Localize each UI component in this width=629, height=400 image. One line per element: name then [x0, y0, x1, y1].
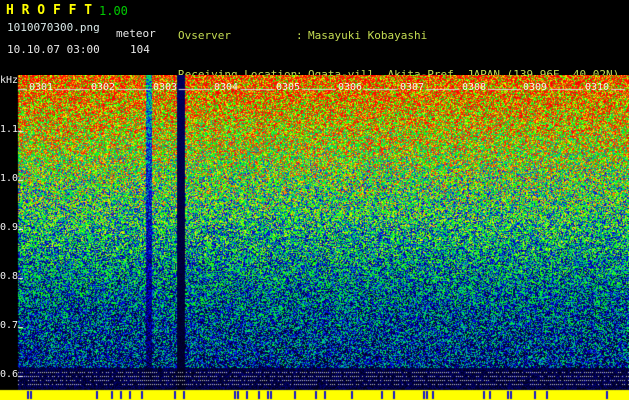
- info-value: Masayuki Kobayashi: [308, 29, 428, 42]
- freq-tick-label: 0.7: [0, 320, 19, 331]
- info-colon: :: [296, 29, 303, 42]
- time-tick-label: 0309: [523, 82, 548, 93]
- info-label: Ovserver: [178, 29, 231, 42]
- time-tick-label: 0303: [153, 82, 178, 93]
- freq-unit-label: kHz: [0, 75, 19, 86]
- filename: 1010070300.png: [7, 21, 100, 34]
- time-tick-label: 0308: [462, 82, 487, 93]
- timestamp: 10.10.07 03:00: [7, 43, 100, 56]
- time-tick-label: 0301: [29, 82, 54, 93]
- hrofft-window: H R O F F T 1.00 1010070300.png meteor 1…: [0, 0, 629, 400]
- time-tick-label: 0302: [91, 82, 116, 93]
- meteor-label: meteor: [116, 27, 156, 40]
- time-tick-label: 0305: [276, 82, 301, 93]
- meteor-count: 104: [130, 43, 150, 56]
- time-tick-label: 0310: [585, 82, 610, 93]
- info-row-observer: Ovserver: Masayuki Kobayashi: [178, 29, 619, 42]
- freq-tick-label: 0.6: [0, 369, 19, 380]
- spectrogram-canvas: [0, 75, 629, 400]
- time-tick-label: 0307: [400, 82, 425, 93]
- freq-tick-label: 0.9: [0, 222, 19, 233]
- time-tick-label: 0306: [338, 82, 363, 93]
- app-version: 1.00: [99, 4, 128, 18]
- app-title: H R O F F T: [6, 3, 93, 18]
- freq-tick-label: 1.0: [0, 173, 19, 184]
- freq-tick-label: 0.8: [0, 271, 19, 282]
- freq-tick-label: 1.1: [0, 124, 19, 135]
- time-tick-label: 0304: [214, 82, 239, 93]
